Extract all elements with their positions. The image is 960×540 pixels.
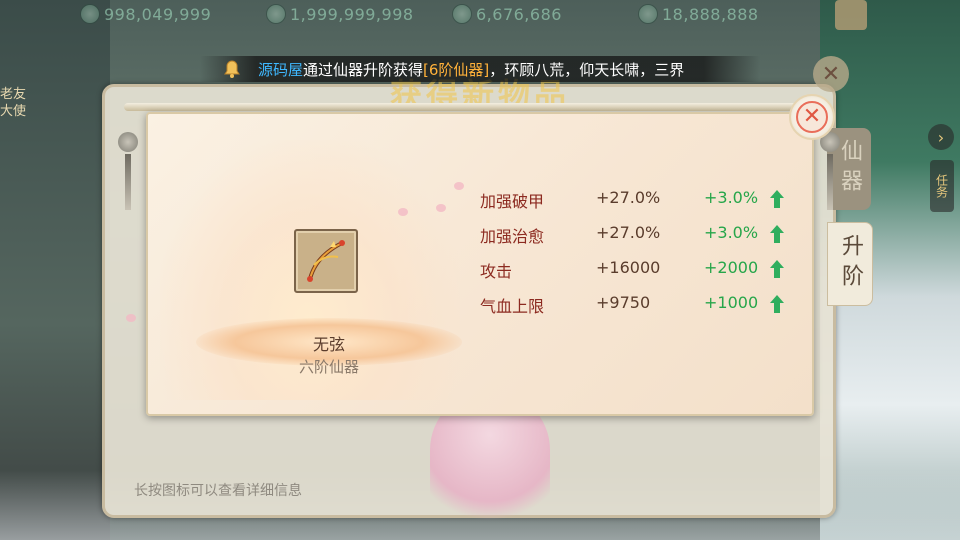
currency-silver: 998,049,999 — [80, 4, 266, 24]
petal-decoration — [126, 314, 136, 322]
up-arrow-icon — [770, 225, 784, 243]
stat-label: 加强治愈 — [480, 227, 545, 246]
currency-gem: 18,888,888 — [638, 4, 824, 24]
npc-name-label: 老友 大使 — [0, 87, 27, 119]
stat-value: +9750 — [596, 293, 651, 312]
stat-increase: +3.0% — [704, 188, 759, 207]
bow-icon — [307, 240, 345, 282]
stat-label: 攻击 — [480, 262, 513, 281]
dialog-close-button[interactable]: ✕ — [789, 94, 835, 140]
petal-decoration — [436, 204, 446, 212]
announcement-text: 源码屋通过仙器升阶获得[6阶仙器]，环顾八荒，仰天长啸，三界 — [258, 61, 685, 79]
silver-coin-icon — [80, 4, 100, 24]
petal-decoration — [454, 182, 464, 190]
tassel-ornament-right — [820, 132, 840, 212]
stat-value: +27.0% — [596, 188, 661, 207]
stat-row-attack: 攻击 +16000 +2000 — [480, 254, 800, 289]
currency-jade: 6,676,686 — [452, 4, 638, 24]
stat-list: 加强破甲 +27.0% +3.0% 加强治愈 +27.0% +3.0% 攻击 +… — [480, 184, 800, 324]
bell-icon — [224, 60, 240, 78]
item-tier: 六阶仙器 — [298, 358, 359, 376]
tab-upgrade[interactable]: 升阶 — [827, 222, 873, 306]
gem-icon — [638, 4, 658, 24]
background-left-scenery — [0, 0, 110, 540]
petal-decoration — [398, 208, 408, 216]
up-arrow-icon — [770, 260, 784, 278]
task-button[interactable]: 任务 — [930, 160, 954, 212]
up-arrow-icon — [770, 295, 784, 313]
player-name-link[interactable]: 源码屋 — [258, 61, 303, 79]
stat-label: 加强破甲 — [480, 192, 545, 211]
stat-increase: +2000 — [704, 258, 759, 277]
stat-value: +16000 — [596, 258, 661, 277]
item-icon-slot[interactable] — [294, 229, 358, 293]
jade-coin-icon — [452, 4, 472, 24]
expand-arrow-button[interactable]: › — [928, 124, 954, 150]
up-arrow-icon — [770, 190, 784, 208]
long-press-hint: 长按图标可以查看详细信息 — [134, 483, 302, 499]
currency-ingot: 1,999,999,998 — [266, 4, 452, 24]
item-link[interactable]: [6阶仙器] — [423, 61, 489, 79]
stat-label: 气血上限 — [480, 297, 545, 316]
tassel-ornament-left — [118, 132, 138, 212]
ingot-icon — [266, 4, 286, 24]
outer-close-button[interactable]: ✕ — [813, 56, 849, 92]
top-right-menu-button[interactable] — [835, 0, 867, 30]
close-icon: ✕ — [796, 101, 828, 133]
stat-row-armor-pierce: 加强破甲 +27.0% +3.0% — [480, 184, 800, 219]
stat-increase: +3.0% — [704, 223, 759, 242]
item-name: 无弦 — [312, 335, 345, 354]
stat-value: +27.0% — [596, 223, 661, 242]
close-icon: ✕ — [821, 61, 841, 87]
stat-increase: +1000 — [704, 293, 759, 312]
stat-row-healing: 加强治愈 +27.0% +3.0% — [480, 219, 800, 254]
currency-bar: 998,049,999 1,999,999,998 6,676,686 18,8… — [80, 4, 824, 24]
stat-row-max-hp: 气血上限 +9750 +1000 — [480, 289, 800, 324]
modal-top-rail — [124, 103, 814, 111]
